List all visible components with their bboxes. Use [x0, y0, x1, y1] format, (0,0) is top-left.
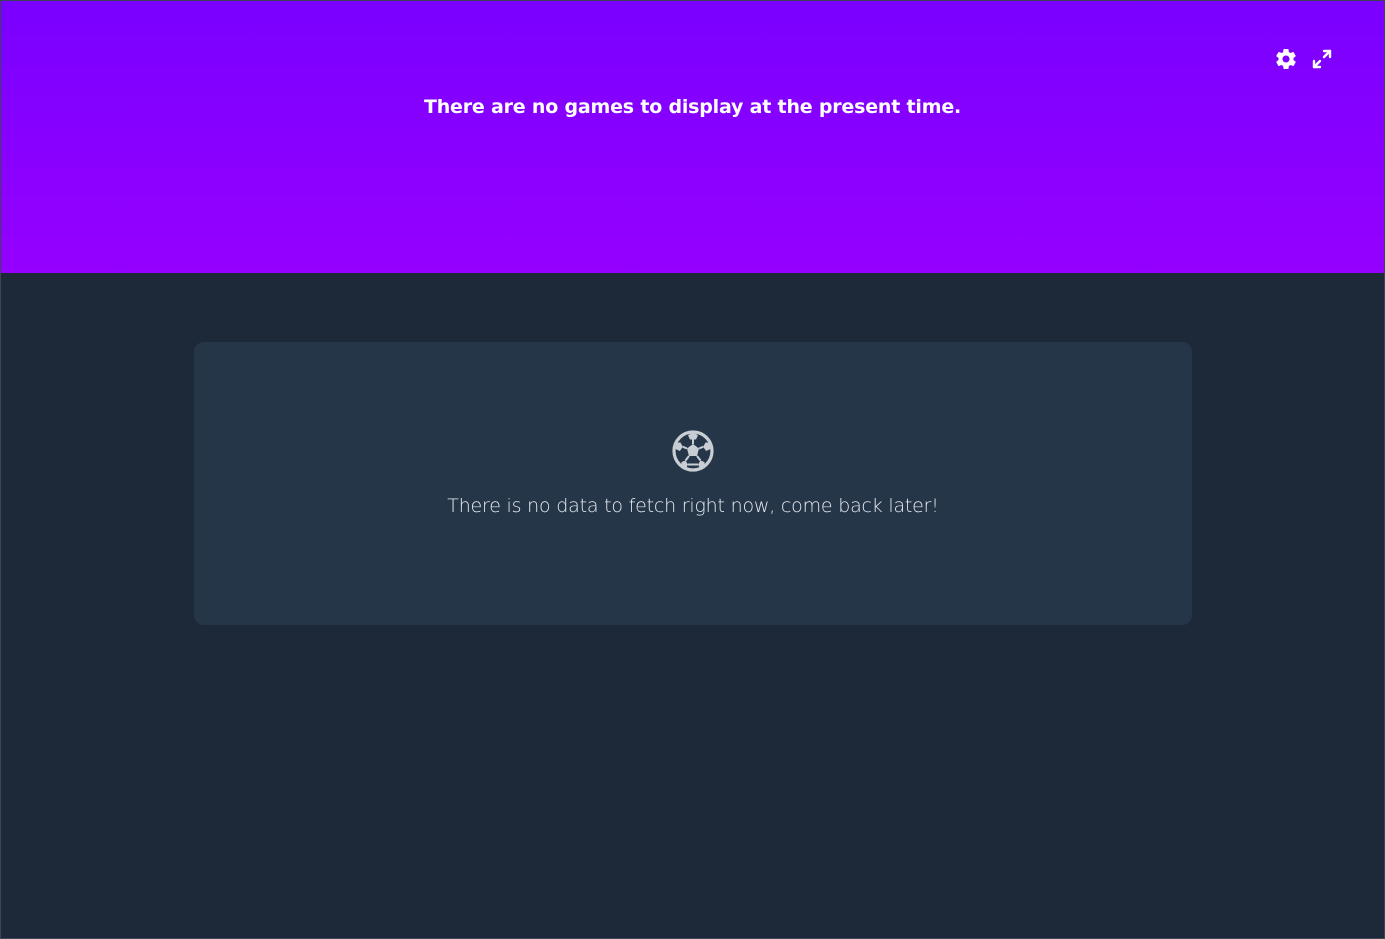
- empty-state-message: There is no data to fetch right now, com…: [447, 495, 939, 517]
- hero-banner: There are no games to display at the pre…: [1, 1, 1384, 273]
- app-window: There are no games to display at the pre…: [0, 0, 1385, 939]
- fullscreen-button[interactable]: [1310, 46, 1334, 72]
- settings-button[interactable]: [1274, 46, 1298, 72]
- gear-icon: [1276, 49, 1296, 69]
- expand-icon: [1312, 49, 1332, 69]
- no-games-message: There are no games to display at the pre…: [423, 96, 962, 118]
- soccer-ball-icon: [672, 430, 714, 472]
- hero-actions: [1274, 46, 1334, 72]
- empty-state-card: There is no data to fetch right now, com…: [194, 342, 1192, 625]
